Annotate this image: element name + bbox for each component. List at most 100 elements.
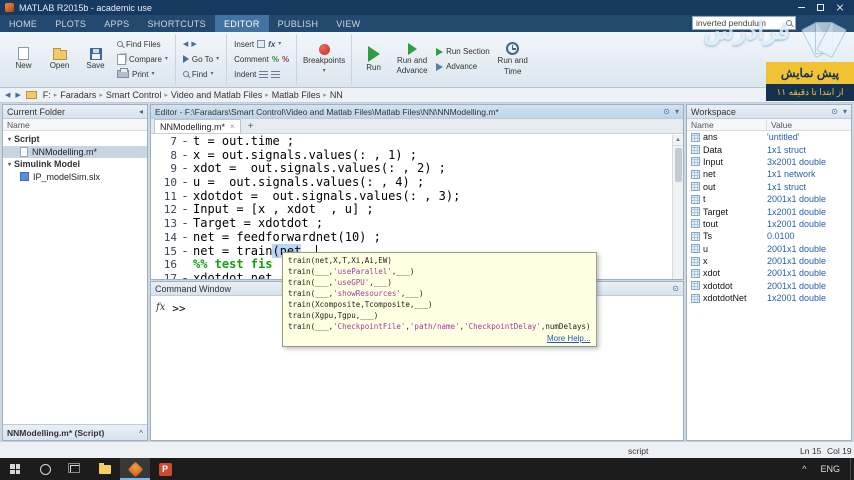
folder-item[interactable]: NNModelling.m*	[3, 145, 147, 158]
start-button[interactable]	[0, 458, 30, 480]
run-and-advance-button[interactable]: Run and Advance	[393, 42, 431, 76]
save-button[interactable]: Save	[79, 47, 112, 71]
workspace-row[interactable]: tout 1x2001 double	[687, 218, 851, 230]
workspace-row[interactable]: ans 'untitled'	[687, 131, 851, 143]
folder-column-header[interactable]: Name	[3, 119, 147, 131]
panel-actions-icon[interactable]: ⊙	[663, 107, 670, 116]
ribbon-tab-publish[interactable]: PUBLISH	[269, 15, 328, 32]
comment-button[interactable]: Comment%%	[232, 53, 291, 65]
find-button[interactable]: Find ▾	[181, 68, 221, 80]
file-explorer-button[interactable]	[90, 458, 120, 480]
maximize-button[interactable]	[811, 0, 830, 15]
ribbon-tab-editor[interactable]: EDITOR	[214, 15, 269, 32]
folder-item[interactable]: IP_modelSim.slx	[3, 171, 147, 184]
insert-button[interactable]: Insert fx ▾	[232, 38, 291, 50]
workspace-row[interactable]: xdotdotNet 1x2001 double	[687, 292, 851, 304]
breakpoint-dash[interactable]: -	[177, 189, 193, 204]
workspace-row[interactable]: x 2001x1 double	[687, 255, 851, 267]
code-line[interactable]: 10- u = out.signals.values(: , 4) ;	[151, 175, 672, 190]
column-value[interactable]: Value	[767, 120, 847, 130]
code-line[interactable]: 13- Target = xdotdot ;	[151, 216, 672, 231]
more-help-link[interactable]: More Help...	[288, 333, 591, 344]
breakpoint-dash[interactable]: -	[177, 135, 193, 149]
workspace-row[interactable]: out 1x1 struct	[687, 181, 851, 193]
workspace-row[interactable]: u 2001x1 double	[687, 243, 851, 255]
tab-nnmodelling[interactable]: NNModelling.m* ×	[154, 119, 241, 133]
breakpoint-dash[interactable]: -	[177, 175, 193, 190]
open-button[interactable]: Open	[43, 47, 76, 71]
search-icon[interactable]	[786, 20, 792, 26]
breakpoint-dash[interactable]: -	[177, 203, 193, 217]
breakpoint-dash[interactable]: -	[177, 244, 193, 259]
panel-actions-icon[interactable]: ⊙	[672, 284, 679, 293]
language-indicator[interactable]: ENG	[820, 464, 840, 474]
breakpoint-dash[interactable]: -	[177, 148, 193, 163]
breadcrumb-segment[interactable]: NN	[329, 90, 344, 100]
code-line[interactable]: 12- Input = [x , xdot , u] ;	[151, 203, 672, 217]
ribbon-tab-home[interactable]: HOME	[0, 15, 46, 32]
minimize-button[interactable]	[792, 0, 811, 15]
ribbon-tab-view[interactable]: VIEW	[327, 15, 369, 32]
new-tab-button[interactable]: +	[243, 119, 259, 133]
breakpoints-button[interactable]: Breakpoints ▾	[302, 44, 346, 74]
go-to-button[interactable]: Go To ▾	[181, 53, 221, 65]
fx-icon[interactable]: fx	[156, 302, 165, 313]
workspace-row[interactable]: Input 3x2001 double	[687, 156, 851, 168]
workspace-row[interactable]: net 1x1 network	[687, 168, 851, 180]
workspace-row[interactable]: xdot 2001x1 double	[687, 267, 851, 279]
doc-search-input[interactable]	[696, 18, 783, 28]
column-name[interactable]: Name	[691, 119, 767, 130]
forward-icon[interactable]: ▶	[191, 41, 196, 48]
folder-group-header[interactable]: ▾ Script	[3, 133, 147, 146]
breadcrumb-segment[interactable]: Video and Matlab Files	[170, 90, 263, 100]
panel-menu-icon[interactable]: ▾	[843, 107, 847, 116]
current-folder-header[interactable]: Current Folder ◂	[3, 105, 147, 119]
panel-menu-icon[interactable]: ▾	[675, 107, 679, 116]
editor-header[interactable]: Editor - F:\Faradars\Smart Control\Video…	[151, 105, 683, 119]
cortana-button[interactable]	[30, 458, 60, 480]
breakpoint-dash[interactable]: -	[177, 216, 193, 231]
breakpoint-dash[interactable]	[177, 258, 193, 272]
folder-group-header[interactable]: ▾ Simulink Model	[3, 158, 147, 171]
workspace-row[interactable]: t 2001x1 double	[687, 193, 851, 205]
code-line[interactable]: 9- xdot = out.signals.values(: , 2) ;	[151, 162, 672, 176]
workspace-row[interactable]: xdotdot 2001x1 double	[687, 280, 851, 292]
find-files-button[interactable]: Find Files	[115, 38, 170, 50]
navigate-arrows[interactable]: ◀ ▶	[181, 38, 221, 50]
workspace-row[interactable]: Data 1x1 struct	[687, 143, 851, 155]
back-icon[interactable]: ◀	[183, 41, 188, 48]
code-line[interactable]: 7-t = out.time ;	[151, 135, 672, 149]
chevron-up-icon[interactable]: ^	[139, 428, 143, 438]
indent-button[interactable]: Indent	[232, 68, 291, 80]
forward-navigation-icon[interactable]: ▶	[15, 92, 20, 99]
ribbon-tab-plots[interactable]: PLOTS	[46, 15, 95, 32]
workspace-row[interactable]: Target 1x2001 double	[687, 205, 851, 217]
advance-button[interactable]: Advance	[434, 61, 492, 73]
tray-chevron-icon[interactable]: ^	[802, 464, 806, 474]
scroll-up-icon[interactable]: ▲	[673, 135, 683, 146]
code-line[interactable]: 8-x = out.signals.values(: , 1) ;	[151, 148, 672, 163]
breadcrumb-segment[interactable]: F:	[42, 90, 52, 100]
breakpoint-dash[interactable]: -	[177, 162, 193, 176]
ribbon-tab-shortcuts[interactable]: SHORTCUTS	[138, 15, 215, 32]
run-section-button[interactable]: Run Section	[434, 46, 492, 58]
print-button[interactable]: Print ▾	[115, 68, 170, 80]
panel-actions-icon[interactable]: ⊙	[831, 107, 838, 116]
close-tab-icon[interactable]: ×	[230, 122, 235, 131]
powerpoint-taskbar-button[interactable]: P	[150, 458, 180, 480]
workspace-header[interactable]: Workspace ⊙ ▾	[687, 105, 851, 119]
breakpoint-dash[interactable]: -	[177, 230, 193, 245]
editor-scrollbar[interactable]: ▲	[672, 135, 683, 279]
show-desktop-button[interactable]	[850, 458, 854, 480]
folder-detail-bar[interactable]: NNModelling.m* (Script) ^	[3, 424, 147, 440]
breakpoint-dash[interactable]: -	[177, 271, 193, 279]
collapse-panel-icon[interactable]: ◂	[139, 107, 143, 116]
breadcrumb-segment[interactable]: Smart Control	[105, 90, 163, 100]
breadcrumb-segment[interactable]: Matlab Files	[271, 90, 322, 100]
up-folder-icon[interactable]	[25, 91, 37, 99]
scrollbar-thumb[interactable]	[674, 148, 682, 182]
run-button[interactable]: Run	[357, 45, 390, 73]
compare-button[interactable]: Compare ▾	[115, 53, 170, 65]
workspace-row[interactable]: Ts 0.0100	[687, 230, 851, 242]
run-and-time-button[interactable]: Run and Time	[495, 42, 531, 76]
